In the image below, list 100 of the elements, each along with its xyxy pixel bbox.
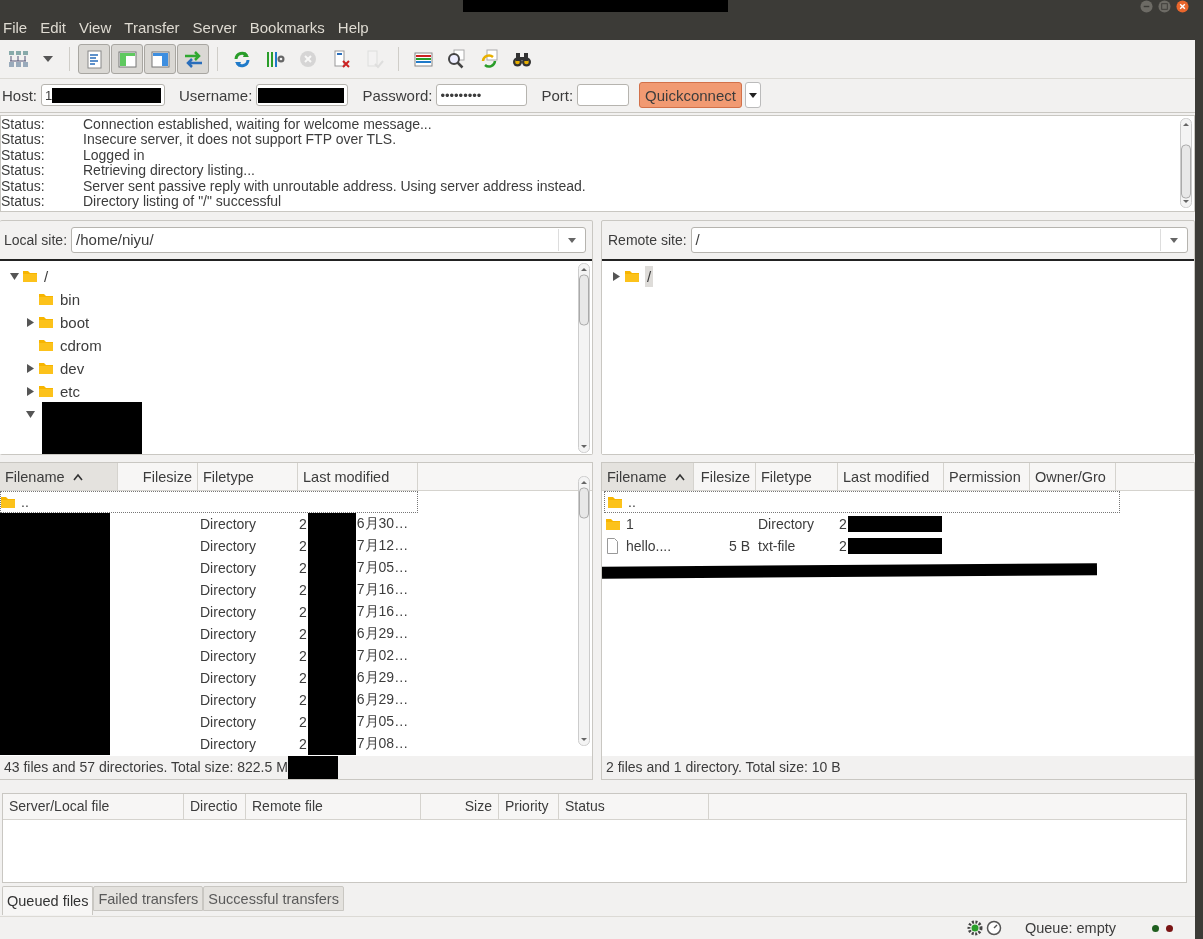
log-type: Status:: [1, 178, 46, 195]
log-message: Retrieving directory listing...: [83, 163, 255, 179]
table-cell: 2: [839, 516, 847, 533]
table-cell: 6月29…: [356, 625, 409, 644]
column-header[interactable]: Directio: [184, 793, 246, 819]
table-cell: 7月05…: [356, 559, 409, 578]
server-grid-icon: [8, 48, 28, 69]
log-type: Status:: [1, 163, 46, 179]
site-label: Remote site:: [608, 231, 687, 248]
tab[interactable]: Successful transfers: [203, 886, 344, 912]
folder-icon: [0, 494, 16, 511]
sync-icon: [479, 48, 499, 69]
column-header[interactable]: Last modified: [838, 463, 944, 491]
folder-name[interactable]: etc: [59, 382, 81, 400]
log-message: Logged in: [83, 147, 145, 164]
folder-icon: [605, 516, 621, 533]
table-cell: 2: [299, 516, 307, 533]
file-name[interactable]: 1: [626, 516, 634, 533]
tab[interactable]: Queued files: [2, 886, 94, 916]
table-cell: Directory: [200, 670, 256, 687]
path-combo-box[interactable]: /home/niyu/: [71, 226, 586, 253]
folder-icon: [624, 268, 640, 285]
column-header[interactable]: Filetype: [756, 463, 838, 491]
column-header[interactable]: Size: [421, 793, 499, 819]
table-cell: 2: [299, 582, 307, 599]
field-label: Host:: [2, 86, 37, 104]
close-icon[interactable]: [1176, 0, 1189, 13]
expand-arrow-icon[interactable]: [25, 386, 35, 396]
column-header[interactable]: Status: [559, 793, 709, 819]
column-header[interactable]: Remote file: [246, 793, 421, 819]
field-label: Password:: [362, 86, 433, 104]
folder-icon: [22, 268, 38, 285]
collapse-arrow-icon[interactable]: [9, 271, 19, 281]
folder-name[interactable]: boot: [59, 313, 91, 331]
caret-icon: [749, 92, 757, 98]
column-header[interactable]: Filetype: [198, 463, 298, 491]
field-label: Username:: [179, 86, 253, 104]
table-cell: 2: [299, 560, 307, 577]
file-name[interactable]: ..: [628, 494, 636, 511]
table-cell: 2: [299, 604, 307, 621]
column-header[interactable]: Server/Local file: [3, 793, 184, 819]
table-cell: 2: [299, 714, 307, 731]
menu-item[interactable]: Bookmarks: [246, 19, 332, 37]
menu-item[interactable]: View: [76, 19, 119, 37]
column-header[interactable]: Filesize: [694, 463, 756, 491]
search-icon: [446, 48, 466, 69]
table-cell: 2: [839, 538, 847, 555]
table-cell: 7月16…: [356, 581, 409, 600]
file-name[interactable]: ..: [21, 494, 29, 511]
table-cell: 7月05…: [356, 713, 409, 732]
column-header[interactable]: Last modified: [298, 463, 418, 491]
input-field[interactable]: 1: [41, 84, 165, 107]
collapse-arrow-icon[interactable]: [25, 409, 35, 419]
transfer-arrows-icon: [183, 48, 203, 69]
table-cell: txt-file: [758, 538, 796, 555]
menu-item[interactable]: Server: [189, 19, 244, 37]
menu-item[interactable]: Edit: [37, 19, 74, 37]
folder-name[interactable]: /: [645, 265, 654, 287]
log-type: Status:: [1, 147, 46, 164]
folder-name[interactable]: dev: [59, 359, 86, 377]
log-message: Insecure server, it does not support FTP over TLS.: [83, 132, 397, 148]
gear-icon: [966, 920, 983, 937]
folder-name[interactable]: cdrom: [59, 336, 103, 354]
table-cell: 2: [299, 670, 307, 687]
expand-arrow-icon[interactable]: [25, 317, 35, 327]
column-header[interactable]: Filesize: [118, 463, 198, 491]
table-cell: Directory: [200, 692, 256, 709]
quickconnect-button[interactable]: Quickconnect: [639, 82, 742, 109]
file-name[interactable]: hello....: [626, 538, 672, 555]
column-header[interactable]: Owner/Gro: [1030, 463, 1116, 491]
expand-arrow-icon[interactable]: [25, 363, 35, 373]
table-cell: 6月30…: [356, 515, 409, 534]
expand-arrow-icon[interactable]: [611, 271, 621, 281]
folder-name[interactable]: bin: [59, 290, 82, 308]
table-cell: 2: [299, 648, 307, 665]
column-header[interactable]: Filename: [0, 463, 118, 491]
column-header[interactable]: Filename: [602, 463, 694, 491]
input-field[interactable]: •••••••••: [436, 84, 528, 107]
table-cell: 7月08…: [356, 735, 409, 754]
menu-item[interactable]: Transfer: [121, 19, 187, 37]
tab[interactable]: Failed transfers: [93, 886, 204, 912]
caret-icon: [43, 55, 53, 62]
folder-icon: [38, 291, 54, 308]
folder-name[interactable]: /: [43, 267, 50, 285]
menu-item[interactable]: File: [0, 19, 35, 37]
column-header[interactable]: Priority: [499, 793, 559, 819]
dropdown-button[interactable]: [745, 82, 761, 109]
log-type: Status:: [1, 194, 46, 210]
status-text: 2 files and 1 directory. Total size: 10 B: [606, 759, 841, 776]
input-field[interactable]: [577, 84, 630, 107]
table-cell: Directory: [200, 648, 256, 665]
folder-icon: [38, 360, 54, 377]
file-icon: [605, 538, 621, 555]
table-cell: Directory: [200, 516, 256, 533]
menu-item[interactable]: Help: [334, 19, 376, 37]
table-cell: Directory: [200, 582, 256, 599]
column-header[interactable]: Permission: [944, 463, 1030, 491]
path-combo-box[interactable]: /: [690, 226, 1188, 253]
field-label: Port:: [541, 86, 574, 104]
table-cell: 7月16…: [356, 603, 409, 622]
